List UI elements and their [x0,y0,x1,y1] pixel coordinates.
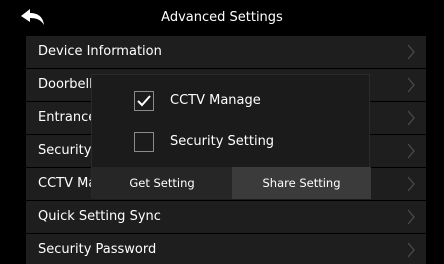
menu-item-label: Security Password [38,242,157,257]
chevron-right-icon [407,209,415,225]
chevron-right-icon [407,44,415,60]
chevron-right-icon [407,176,415,192]
checkbox-cctv-manage[interactable] [134,91,154,111]
menu-item-label: Entrance [38,110,97,125]
share-setting-button[interactable]: Share Setting [232,167,371,199]
menu-item-device-information[interactable]: Device Information [26,36,426,69]
checkmark-icon [137,95,151,107]
chevron-right-icon [407,143,415,159]
menu-item-label: Quick Setting Sync [38,209,161,224]
header: Advanced Settings [0,0,444,36]
get-setting-button[interactable]: Get Setting [92,167,232,199]
menu-item-label: Device Information [38,44,162,59]
menu-item-security-password[interactable]: Security Password [26,234,426,264]
menu-item-label: Doorbell [38,77,93,92]
chevron-right-icon [407,110,415,126]
checkbox-security-setting[interactable] [134,132,154,152]
option-security-setting[interactable]: Security Setting [92,122,371,162]
option-label: Security Setting [170,134,275,149]
option-label: CCTV Manage [170,93,261,108]
menu-item-quick-setting-sync[interactable]: Quick Setting Sync [26,201,426,234]
menu-item-label: CCTV Ma [38,176,97,191]
dialog-buttons: Get Setting Share Setting [92,167,371,199]
sync-dialog: CCTV Manage Security Setting Get Setting… [91,74,371,199]
chevron-right-icon [407,77,415,93]
option-cctv-manage[interactable]: CCTV Manage [92,81,371,121]
menu-item-label: Security [38,143,92,158]
page-title: Advanced Settings [161,10,283,25]
chevron-right-icon [407,242,415,258]
